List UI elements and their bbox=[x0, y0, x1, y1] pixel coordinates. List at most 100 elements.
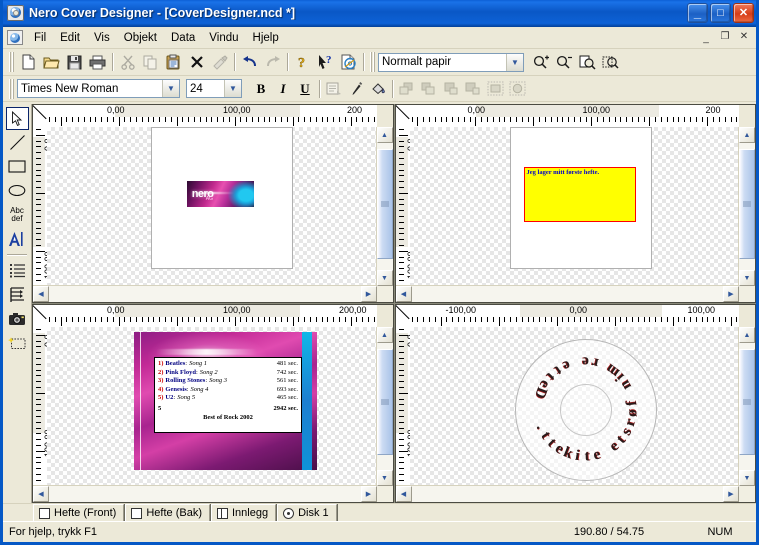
scroll-up-button[interactable]: ▲ bbox=[739, 127, 755, 143]
underline-button[interactable]: U bbox=[294, 79, 316, 99]
pane-inlay[interactable]: 0,00 100,00 200,00 0,0 100,00 1) Beatles… bbox=[32, 304, 394, 503]
scroll-track-h[interactable] bbox=[49, 486, 361, 502]
send-back-button[interactable] bbox=[418, 79, 440, 99]
mdi-document-icon[interactable] bbox=[7, 30, 23, 45]
horizontal-scrollbar[interactable]: ◀ ▶ bbox=[33, 285, 377, 302]
mdi-close-button[interactable]: ✕ bbox=[735, 28, 753, 45]
canvas-disk-1[interactable]: Detteerminførsteetikett. bbox=[409, 327, 739, 486]
zoom-selection-button[interactable] bbox=[599, 51, 622, 73]
tab-hefte-bak[interactable]: Hefte (Bak) bbox=[125, 504, 210, 521]
menu-data[interactable]: Data bbox=[164, 30, 202, 46]
toolbar-grip-2[interactable] bbox=[370, 52, 375, 72]
format-toolbar-grip[interactable] bbox=[9, 78, 14, 99]
close-button[interactable]: ✕ bbox=[733, 3, 754, 23]
scroll-left-button[interactable]: ◀ bbox=[395, 286, 412, 302]
pen-button[interactable] bbox=[345, 79, 367, 99]
italic-button[interactable]: I bbox=[272, 79, 294, 99]
canvas-inlay[interactable]: Best of Rock 1) Beatles : Song 1 481 sec… bbox=[47, 327, 377, 486]
copy-button[interactable] bbox=[139, 51, 162, 73]
menu-edit[interactable]: Edit bbox=[53, 30, 87, 46]
scroll-up-button[interactable]: ▲ bbox=[376, 127, 393, 143]
horizontal-scrollbar[interactable]: ◀ ▶ bbox=[395, 285, 739, 302]
undo-button[interactable] bbox=[238, 51, 261, 73]
new-document-button[interactable] bbox=[17, 51, 40, 73]
pane-booklet-front[interactable]: 0,00 100,00 200 0,0 100,00 nero AG ▲ ▼ ◀… bbox=[32, 104, 394, 303]
send-backward-button[interactable] bbox=[462, 79, 484, 99]
scroll-track-h[interactable] bbox=[411, 486, 723, 502]
scroll-track-h[interactable] bbox=[49, 286, 361, 302]
scroll-right-button[interactable]: ▶ bbox=[723, 286, 739, 302]
scroll-right-button[interactable]: ▶ bbox=[723, 486, 739, 502]
tool-ellipse[interactable] bbox=[6, 179, 29, 202]
open-button[interactable] bbox=[40, 51, 63, 73]
paper-type-combo[interactable]: Normalt papir ▼ bbox=[378, 52, 524, 72]
nero-logo-banner-object[interactable]: nero AG bbox=[187, 181, 254, 207]
ungroup-button[interactable] bbox=[506, 79, 528, 99]
scroll-left-button[interactable]: ◀ bbox=[33, 486, 49, 502]
delete-x-button[interactable] bbox=[185, 51, 208, 73]
scroll-up-button[interactable]: ▲ bbox=[739, 327, 755, 343]
scroll-down-button[interactable]: ▼ bbox=[376, 270, 393, 286]
tool-rectangle[interactable] bbox=[6, 155, 29, 178]
tool-text[interactable]: Abc def bbox=[6, 203, 29, 226]
zoom-in-button[interactable] bbox=[530, 51, 553, 73]
maximize-button[interactable]: □ bbox=[710, 3, 731, 23]
paint-bucket-button[interactable] bbox=[367, 79, 389, 99]
tool-line[interactable] bbox=[6, 131, 29, 154]
vertical-scrollbar[interactable]: ▲ ▼ bbox=[375, 127, 393, 286]
tab-hefte-front[interactable]: Hefte (Front) bbox=[33, 504, 125, 521]
chevron-down-icon[interactable]: ▼ bbox=[506, 53, 523, 71]
scroll-track-h[interactable] bbox=[411, 286, 723, 302]
scroll-right-button[interactable]: ▶ bbox=[360, 486, 377, 502]
mdi-restore-button[interactable]: ❐ bbox=[716, 28, 734, 45]
help-button[interactable]: ? bbox=[291, 51, 314, 73]
chevron-down-icon[interactable]: ▼ bbox=[224, 80, 241, 97]
pane-disk-1[interactable]: -100,00 0,00 100,00 0,0 100,00 Detteermi… bbox=[394, 304, 756, 503]
scroll-track[interactable] bbox=[739, 343, 755, 470]
clipboard-paste-button[interactable] bbox=[162, 51, 185, 73]
minimize-button[interactable]: _ bbox=[687, 3, 708, 23]
zoom-page-button[interactable] bbox=[576, 51, 599, 73]
scroll-track[interactable] bbox=[376, 343, 393, 470]
bring-front-button[interactable] bbox=[396, 79, 418, 99]
tab-disk-1[interactable]: Disk 1 bbox=[277, 504, 337, 521]
menu-vis[interactable]: Vis bbox=[87, 30, 117, 46]
vertical-scrollbar[interactable]: ▲ ▼ bbox=[738, 327, 755, 486]
vertical-scrollbar[interactable]: ▲ ▼ bbox=[738, 127, 755, 286]
mdi-minimize-button[interactable]: _ bbox=[697, 28, 715, 47]
yellow-textbox-object[interactable]: Jeg lager mitt første hefte. bbox=[523, 167, 636, 222]
canvas-booklet-back[interactable]: Jeg lager mitt første hefte. bbox=[409, 127, 739, 286]
bring-forward-button[interactable] bbox=[440, 79, 462, 99]
tool-artistic-text[interactable] bbox=[6, 227, 29, 250]
tab-innlegg[interactable]: Innlegg bbox=[211, 504, 277, 521]
scroll-right-button[interactable]: ▶ bbox=[360, 286, 377, 302]
menu-hjelp[interactable]: Hjelp bbox=[246, 30, 286, 46]
horizontal-scrollbar[interactable]: ◀ ▶ bbox=[33, 485, 377, 502]
scroll-down-button[interactable]: ▼ bbox=[739, 470, 755, 486]
tool-field[interactable] bbox=[6, 283, 29, 306]
scroll-track[interactable] bbox=[739, 143, 755, 270]
font-size-combo[interactable]: 24 ▼ bbox=[186, 79, 242, 98]
bold-button[interactable]: B bbox=[250, 79, 272, 99]
scroll-left-button[interactable]: ◀ bbox=[33, 286, 49, 302]
menu-vindu[interactable]: Vindu bbox=[202, 30, 245, 46]
scroll-left-button[interactable]: ◀ bbox=[395, 486, 412, 502]
tracklist-object[interactable]: 1) Beatles : Song 1 481 sec. 2) Pink Flo… bbox=[154, 357, 302, 433]
font-family-combo[interactable]: Times New Roman ▼ bbox=[17, 79, 180, 98]
redo-button[interactable] bbox=[261, 51, 284, 73]
cut-button[interactable] bbox=[116, 51, 139, 73]
tool-select[interactable] bbox=[5, 107, 29, 130]
scroll-thumb[interactable] bbox=[376, 149, 393, 259]
menu-objekt[interactable]: Objekt bbox=[117, 30, 164, 46]
horizontal-scrollbar[interactable]: ◀ ▶ bbox=[395, 485, 739, 502]
chevron-down-icon[interactable]: ▼ bbox=[162, 80, 179, 97]
scroll-up-button[interactable]: ▲ bbox=[376, 327, 393, 343]
vertical-scrollbar[interactable]: ▲ ▼ bbox=[375, 327, 393, 486]
tool-tracklist[interactable] bbox=[6, 259, 29, 282]
pane-booklet-back[interactable]: 0,00 100,00 200 0,0 100,00 Jeg lager mit… bbox=[394, 104, 756, 303]
tool-background[interactable] bbox=[6, 331, 29, 354]
scroll-down-button[interactable]: ▼ bbox=[376, 470, 393, 486]
scroll-thumb[interactable] bbox=[739, 349, 755, 455]
save-button[interactable] bbox=[63, 51, 86, 73]
context-help-button[interactable]: ? bbox=[314, 51, 337, 73]
